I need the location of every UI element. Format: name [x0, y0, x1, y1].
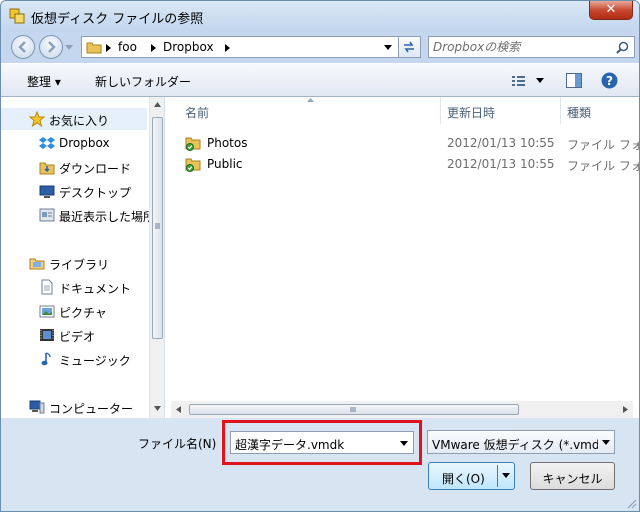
chevron-down-icon: [602, 440, 610, 445]
shared-folder-icon: [185, 137, 201, 151]
address-row: foo Dropbox: [1, 31, 639, 63]
search-box[interactable]: [428, 36, 635, 58]
forward-arrow-icon: [48, 41, 56, 53]
window-title: 仮想ディスク ファイルの参照: [31, 12, 204, 27]
music-icon: [41, 352, 51, 366]
dropbox-icon: [39, 137, 55, 149]
filename-dropdown-icon[interactable]: [400, 441, 408, 446]
navigation-pane: お気に入り Dropbox ダウンロード デスクトップ 最近表示した場所 ライブ…: [1, 97, 165, 418]
breadcrumb-foo[interactable]: foo: [118, 40, 137, 54]
scroll-grip-icon: [155, 223, 160, 229]
nav-favorites[interactable]: お気に入り: [1, 108, 147, 130]
nav-pictures[interactable]: ピクチャ: [1, 300, 149, 322]
nav-libraries[interactable]: ライブラリ: [1, 252, 149, 274]
shared-folder-icon: [185, 158, 201, 172]
search-input[interactable]: [433, 39, 608, 55]
folder-icon: [86, 42, 102, 54]
forward-button[interactable]: [39, 35, 63, 59]
open-options-dropdown-icon[interactable]: [502, 473, 510, 478]
scroll-left-icon[interactable]: [176, 406, 181, 413]
filename-highlight-box: 超漢字データ.vmdk: [222, 420, 422, 465]
column-header-type[interactable]: 種類: [561, 97, 639, 124]
column-header-modified[interactable]: 更新日時: [441, 97, 561, 124]
search-icon[interactable]: [616, 41, 629, 54]
back-button[interactable]: [11, 35, 35, 59]
content-area: お気に入り Dropbox ダウンロード デスクトップ 最近表示した場所 ライブ…: [1, 97, 639, 418]
file-list-pane: 名前 更新日時 種類 Photos 2012/01/13 10:55 ファイル …: [167, 97, 639, 418]
open-button[interactable]: 開く(O): [428, 462, 515, 490]
filename-label: ファイル名(N): [138, 437, 217, 451]
preview-pane-icon[interactable]: [566, 73, 582, 88]
filename-value[interactable]: 超漢字データ.vmdk: [235, 436, 344, 453]
recent-places-icon: [39, 208, 55, 222]
nav-pane-scroll-thumb[interactable]: [152, 117, 163, 339]
nav-computer[interactable]: コンピューター: [1, 396, 149, 418]
filter-dropdown-button[interactable]: [598, 431, 614, 453]
filename-combobox[interactable]: 超漢字データ.vmdk: [230, 431, 414, 454]
close-button[interactable]: ✕: [589, 1, 633, 20]
nav-recent-places[interactable]: 最近表示した場所: [1, 204, 155, 226]
breadcrumb-dropbox[interactable]: Dropbox: [163, 40, 214, 54]
documents-icon: [41, 279, 53, 295]
pictures-icon: [39, 305, 55, 318]
address-bar[interactable]: foo Dropbox: [81, 36, 399, 58]
desktop-icon: [39, 185, 55, 198]
file-row[interactable]: Photos 2012/01/13 10:55 ファイル フォ: [181, 133, 639, 153]
computer-icon: [29, 400, 45, 414]
help-icon[interactable]: ?: [601, 72, 618, 89]
downloads-folder-icon: [39, 162, 55, 175]
command-bar: 整理 ▾ 新しいフォルダー ?: [1, 63, 639, 97]
nav-documents[interactable]: ドキュメント: [1, 276, 149, 298]
breadcrumb-separator-icon[interactable]: [151, 44, 157, 52]
column-header-name[interactable]: 名前: [179, 97, 441, 124]
view-options-icon[interactable]: [511, 74, 527, 88]
resize-grip-icon[interactable]: [626, 498, 637, 509]
file-list-scroll-thumb[interactable]: [189, 404, 519, 415]
scroll-up-icon[interactable]: [154, 102, 161, 107]
title-bar[interactable]: 仮想ディスク ファイルの参照 ✕: [1, 1, 639, 31]
sort-ascending-icon: [307, 98, 314, 102]
cancel-button[interactable]: キャンセル: [530, 462, 615, 490]
back-arrow-icon: [18, 41, 26, 53]
videos-icon: [40, 329, 54, 341]
svg-text:?: ?: [606, 74, 613, 88]
address-history-dropdown-icon[interactable]: [384, 45, 392, 50]
scroll-right-icon[interactable]: [623, 406, 628, 413]
nav-downloads[interactable]: ダウンロード: [1, 156, 149, 178]
nav-desktop[interactable]: デスクトップ: [1, 180, 149, 202]
nav-pane-scrollbar[interactable]: [149, 97, 164, 418]
star-icon: [29, 111, 45, 127]
file-list-scrollbar[interactable]: [171, 401, 633, 418]
nav-videos[interactable]: ビデオ: [1, 324, 149, 346]
scroll-down-icon[interactable]: [154, 406, 161, 411]
refresh-button[interactable]: [399, 36, 421, 58]
organize-button[interactable]: 整理 ▾: [27, 73, 61, 90]
nav-music[interactable]: ミュージック: [1, 348, 149, 370]
view-dropdown-icon[interactable]: [536, 78, 544, 83]
scroll-grip-icon: [350, 407, 356, 412]
new-folder-button[interactable]: 新しいフォルダー: [95, 73, 191, 90]
refresh-icon: [404, 41, 414, 53]
open-split-divider: [497, 465, 498, 487]
recent-pages-dropdown-icon[interactable]: [65, 45, 73, 51]
breadcrumb-separator-icon[interactable]: [225, 44, 231, 52]
file-open-dialog: 仮想ディスク ファイルの参照 ✕ foo Dropbox Dropboxの検索 …: [0, 0, 640, 512]
nav-dropbox[interactable]: Dropbox: [1, 132, 149, 154]
vmware-app-icon: [9, 8, 25, 24]
breadcrumb-separator-icon: [106, 44, 111, 52]
file-row[interactable]: Public 2012/01/13 10:55 ファイル フォ: [181, 154, 639, 174]
libraries-icon: [29, 258, 45, 270]
file-type-filter[interactable]: VMware 仮想ディスク (*.vmd: [427, 430, 615, 454]
